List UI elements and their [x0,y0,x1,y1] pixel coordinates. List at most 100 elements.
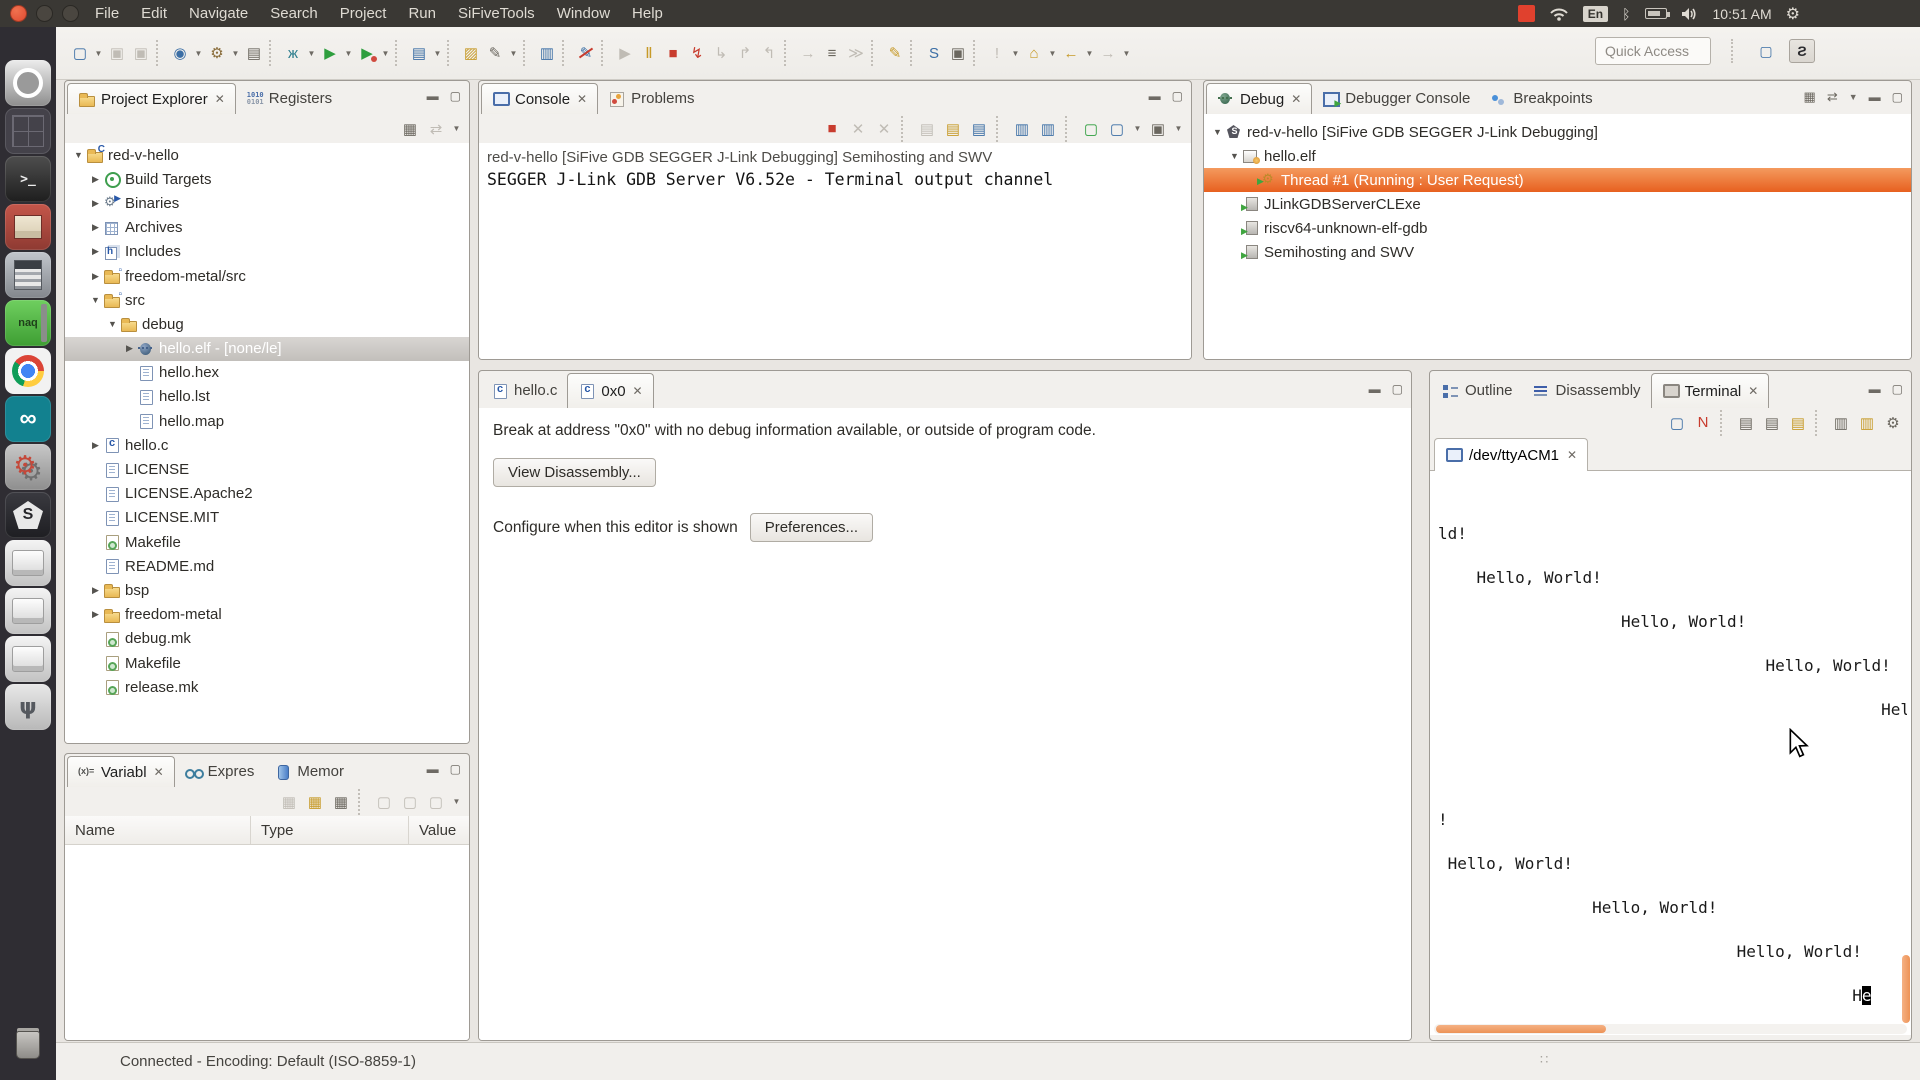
debug-tree-item[interactable]: Semihosting and SWV [1204,240,1911,264]
view-tab[interactable]: Breakpoints ✕ [1480,83,1602,114]
view-tab[interactable]: Terminal ✕ [1651,373,1770,408]
separator[interactable] [1065,116,1074,142]
minimize-panel-icon[interactable]: ▬ [1369,382,1381,396]
new-wizard-button[interactable]: ▢ [68,41,92,65]
menu-item[interactable]: Run [408,5,436,22]
view-tab[interactable]: Debug ✕ [1206,83,1312,114]
separator[interactable] [156,40,165,66]
maximize-panel-icon[interactable]: ▢ [1892,382,1903,396]
back-button[interactable]: ← [1059,41,1083,65]
expander-icon[interactable] [1210,127,1225,137]
suspend-button[interactable]: Ⅱ [637,41,661,65]
collapse-all-button[interactable]: ▦ [329,790,353,814]
instruction-stepping-button[interactable]: ≡ [820,41,844,65]
tree-item[interactable]: Includes [65,240,469,264]
workspace-switcher-icon[interactable] [5,108,51,154]
debug-button[interactable]: ж [281,41,305,65]
expander-icon[interactable] [122,343,137,354]
terminate-button[interactable]: ■ [820,117,844,141]
menu-item[interactable]: File [95,5,119,22]
tree-item[interactable]: hello.c [65,433,469,457]
collapse-all-button[interactable]: ▦ [398,117,422,141]
tools-app-icon[interactable] [5,444,51,490]
skip-breakpoints-button[interactable]: ≫ [844,41,868,65]
tree-item[interactable]: Archives [65,216,469,240]
close-tab-icon[interactable]: ✕ [633,384,643,398]
separator[interactable] [269,40,278,66]
terminal-screen[interactable]: ld! Hello, World! Hello, World! Hello, W… [1438,479,1907,1021]
tree-item[interactable]: freedom-metal [65,603,469,627]
separator[interactable] [1720,410,1729,436]
tree-item[interactable]: ▫ src [65,288,469,312]
view-menu-button[interactable]: ▼ [450,797,463,806]
close-tab-icon[interactable]: ✕ [154,765,164,779]
maximize-panel-icon[interactable]: ▢ [1172,89,1183,103]
terminal-app-icon[interactable]: >_ [5,156,51,202]
copy-button[interactable]: ▥ [1829,411,1853,435]
trash-icon[interactable] [5,1022,51,1068]
settings-button[interactable]: ▤ [1734,411,1758,435]
profile-button[interactable]: ▶ [355,41,379,65]
paste-button[interactable]: ▥ [1855,411,1879,435]
view-menu-icon[interactable]: ▼ [1849,92,1858,102]
export-button[interactable]: ▢ [424,790,448,814]
close-tab-icon[interactable]: ✕ [215,92,225,106]
debug-tree-item[interactable]: Thread #1 (Running : User Request) [1204,168,1911,192]
show-stderr-button[interactable]: ▥ [1036,117,1060,141]
volume-icon[interactable] [1681,7,1699,21]
expander-icon[interactable] [88,174,103,185]
console-output[interactable]: SEGGER J-Link GDB Server V6.52e - Termin… [479,166,1191,189]
tree-item[interactable]: LICENSE [65,457,469,481]
step-return-button[interactable]: ↰ [757,41,781,65]
restart-button[interactable]: ↯ [685,41,709,65]
annotation-dropdown[interactable]: ▼ [1009,49,1022,58]
session-gear-icon[interactable]: ⚙ [1786,4,1800,24]
view-menu-button[interactable]: ▼ [450,124,463,133]
expander-icon[interactable] [88,198,103,209]
save-all-button[interactable]: ▣ [129,41,153,65]
run-dropdown[interactable]: ▼ [342,49,355,58]
new-console-view-button[interactable]: ▣ [1146,117,1170,141]
maximize-panel-icon[interactable]: ▢ [1392,382,1403,396]
run-button[interactable]: ▶ [318,41,342,65]
serial-session-tab[interactable]: /dev/ttyACM1 ✕ [1434,438,1588,471]
expander-icon[interactable] [88,585,103,596]
step-into-button[interactable]: ↳ [709,41,733,65]
separator[interactable] [523,40,532,66]
expander-icon[interactable] [105,319,120,329]
run-to-line-button[interactable]: → [796,41,820,65]
drive-icon-3[interactable] [5,636,51,682]
show-stdout-button[interactable]: ▥ [1010,117,1034,141]
tree-item[interactable]: ▫ freedom-metal/src [65,264,469,288]
trace-button[interactable]: ✎ [883,41,907,65]
ubuntu-launcher-icon[interactable] [5,60,51,106]
build-dropdown[interactable]: ▼ [229,49,242,58]
quick-access-input[interactable]: Quick Access [1595,37,1711,65]
editor-tab[interactable]: hello.c ✕ [481,373,567,408]
save-button[interactable]: ▣ [105,41,129,65]
tree-item[interactable]: release.mk [65,675,469,699]
tree-item[interactable]: LICENSE.MIT [65,506,469,530]
keyboard-layout-indicator[interactable]: En [1583,6,1608,22]
separator[interactable] [1815,410,1824,436]
separator[interactable] [910,40,919,66]
menu-item[interactable]: Navigate [189,5,248,22]
view-tab[interactable]: Problems ✕ [598,83,704,114]
step-over-button[interactable]: ↱ [733,41,757,65]
show-type-names-button[interactable]: ▦ [277,790,301,814]
separator[interactable] [973,40,982,66]
separator[interactable] [358,789,367,815]
console-button[interactable]: ▥ [535,41,559,65]
open-element-button[interactable]: ▨ [459,41,483,65]
tree-item[interactable]: debug [65,312,469,336]
display-console-button[interactable]: ▢ [1105,117,1129,141]
vertical-scrollbar-thumb[interactable] [1902,955,1910,1023]
debug-tree-item[interactable]: hello.elf [1204,144,1911,168]
close-tab-icon[interactable]: ✕ [577,92,587,106]
terminate-button[interactable]: ■ [661,41,685,65]
column-header-value[interactable]: Value [409,816,469,844]
skip-all-breakpoints-button[interactable]: ✎ [574,41,598,65]
naq-app-icon[interactable]: naq [5,300,51,346]
menu-item[interactable]: Help [632,5,663,22]
terminal-settings-button[interactable]: ⚙ [1881,411,1905,435]
